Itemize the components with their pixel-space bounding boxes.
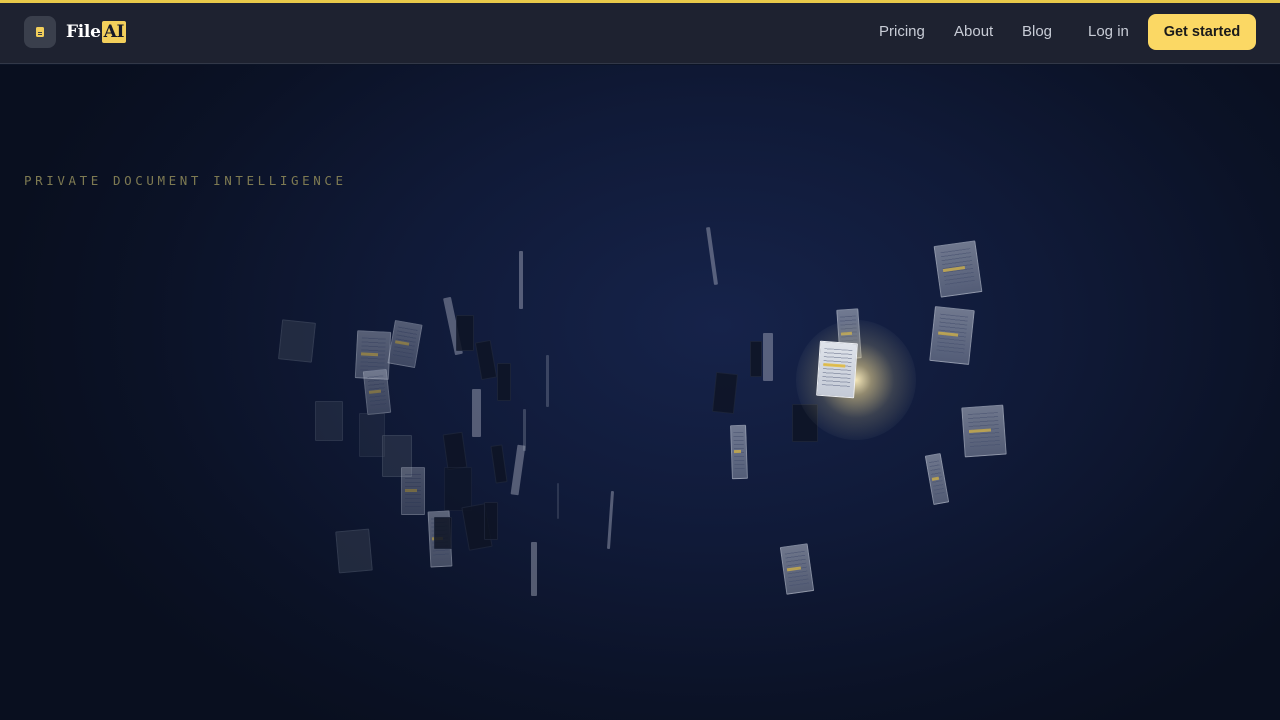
floating-document — [519, 251, 523, 309]
nav-about-link[interactable]: About — [954, 23, 993, 41]
floating-document — [763, 333, 773, 381]
hero-section: PRIVATE DOCUMENT INTELLIGENCE — [0, 65, 1280, 720]
nav-pricing-link[interactable]: Pricing — [879, 23, 925, 41]
floating-document — [278, 319, 316, 363]
brand-wordmark[interactable]: File AI — [66, 21, 127, 43]
brand-prefix: File — [66, 22, 101, 42]
floating-document — [523, 409, 526, 451]
navbar: File AI Pricing About Blog Log in Get sta… — [0, 3, 1280, 64]
floating-document — [546, 355, 549, 407]
floating-document — [730, 424, 748, 480]
nav-blog-link[interactable]: Blog — [1022, 23, 1052, 41]
floating-document — [779, 543, 815, 595]
floating-document — [456, 315, 474, 351]
floating-document — [750, 341, 762, 377]
document-icon — [36, 27, 44, 37]
floating-document — [606, 490, 615, 550]
floating-document — [711, 371, 739, 415]
highlighted-document — [816, 340, 858, 399]
login-link[interactable]: Log in — [1088, 23, 1129, 41]
floating-document — [472, 389, 481, 437]
floating-document — [924, 452, 950, 506]
floating-document — [434, 517, 452, 549]
floating-document — [531, 542, 537, 596]
floating-document — [442, 431, 468, 471]
floating-document — [387, 319, 423, 369]
floating-document — [929, 306, 975, 365]
floating-document — [557, 483, 559, 519]
floating-document — [490, 444, 508, 484]
floating-document — [510, 444, 526, 496]
floating-document — [705, 227, 719, 285]
brand-highlight: AI — [101, 21, 127, 43]
floating-document — [335, 528, 373, 574]
floating-document — [401, 467, 425, 515]
floating-document — [315, 401, 343, 441]
get-started-button[interactable]: Get started — [1148, 14, 1256, 50]
floating-document — [961, 404, 1007, 458]
logo-button[interactable] — [24, 16, 56, 48]
floating-document — [497, 363, 511, 401]
highlight-glow — [796, 320, 916, 440]
floating-document — [474, 339, 498, 381]
floating-documents-scene — [0, 65, 1280, 720]
floating-document — [933, 240, 983, 298]
floating-document — [362, 368, 392, 416]
floating-document — [444, 467, 472, 511]
floating-document — [484, 502, 498, 540]
